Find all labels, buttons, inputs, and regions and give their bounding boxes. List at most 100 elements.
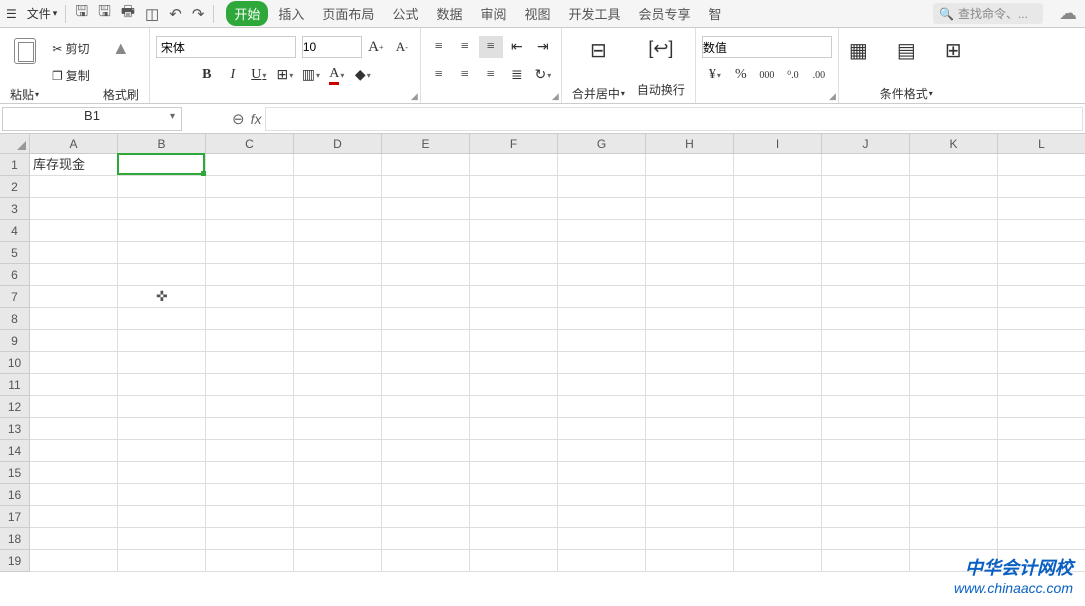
row-header-12[interactable]: 12 <box>0 396 30 418</box>
cell-C3[interactable] <box>206 198 294 220</box>
col-header-I[interactable]: I <box>734 134 822 154</box>
cell-B15[interactable] <box>118 462 206 484</box>
save-as-icon[interactable]: 🖫 <box>93 0 116 29</box>
cell-D7[interactable] <box>294 286 382 308</box>
cell-I5[interactable] <box>734 242 822 264</box>
font-color-button[interactable]: A <box>325 64 349 86</box>
cell-C10[interactable] <box>206 352 294 374</box>
tab-review[interactable]: 审阅 <box>472 1 514 26</box>
cell-G9[interactable] <box>558 330 646 352</box>
cell-H17[interactable] <box>646 506 734 528</box>
cell-E12[interactable] <box>382 396 470 418</box>
cell-D10[interactable] <box>294 352 382 374</box>
cell-B17[interactable] <box>118 506 206 528</box>
cell-L16[interactable] <box>998 484 1085 506</box>
tab-insert[interactable]: 插入 <box>270 1 312 26</box>
cell-F7[interactable] <box>470 286 558 308</box>
cell-K18[interactable] <box>910 528 998 550</box>
bold-button[interactable]: B <box>195 64 219 86</box>
cell-L11[interactable] <box>998 374 1085 396</box>
cell-E7[interactable] <box>382 286 470 308</box>
font-name-select[interactable] <box>156 36 296 58</box>
cell-C13[interactable] <box>206 418 294 440</box>
underline-button[interactable]: U <box>247 64 271 86</box>
cell-K14[interactable] <box>910 440 998 462</box>
cell-G4[interactable] <box>558 220 646 242</box>
cell-K4[interactable] <box>910 220 998 242</box>
cell-C16[interactable] <box>206 484 294 506</box>
copy-button[interactable]: ❐复制 <box>49 65 93 86</box>
paste-button[interactable]: 粘贴▾ <box>6 32 43 105</box>
align-middle-button[interactable]: ≡ <box>453 36 477 58</box>
cell-B12[interactable] <box>118 396 206 418</box>
col-header-E[interactable]: E <box>382 134 470 154</box>
cell-D14[interactable] <box>294 440 382 462</box>
row-header-14[interactable]: 14 <box>0 440 30 462</box>
percent-button[interactable]: % <box>729 64 753 86</box>
cell-G13[interactable] <box>558 418 646 440</box>
cell-D18[interactable] <box>294 528 382 550</box>
cell-E14[interactable] <box>382 440 470 462</box>
row-header-6[interactable]: 6 <box>0 264 30 286</box>
cell-K9[interactable] <box>910 330 998 352</box>
cell-B16[interactable] <box>118 484 206 506</box>
cell-A12[interactable] <box>30 396 118 418</box>
cell-H2[interactable] <box>646 176 734 198</box>
cell-B6[interactable] <box>118 264 206 286</box>
col-header-B[interactable]: B <box>118 134 206 154</box>
cell-J15[interactable] <box>822 462 910 484</box>
cell-G19[interactable] <box>558 550 646 572</box>
cell-J11[interactable] <box>822 374 910 396</box>
cell-E11[interactable] <box>382 374 470 396</box>
cell-G10[interactable] <box>558 352 646 374</box>
orientation-button[interactable]: ↻ <box>531 64 555 86</box>
number-format-select[interactable] <box>702 36 832 58</box>
cell-E13[interactable] <box>382 418 470 440</box>
row-header-2[interactable]: 2 <box>0 176 30 198</box>
cell-J1[interactable] <box>822 154 910 176</box>
cell-D5[interactable] <box>294 242 382 264</box>
format-painter-button[interactable]: 格式刷 <box>99 32 143 105</box>
cell-C2[interactable] <box>206 176 294 198</box>
cell-K13[interactable] <box>910 418 998 440</box>
cell-D17[interactable] <box>294 506 382 528</box>
cell-F16[interactable] <box>470 484 558 506</box>
cell-I2[interactable] <box>734 176 822 198</box>
search-input[interactable]: 🔍 查找命令、... <box>933 3 1043 24</box>
cell-A6[interactable] <box>30 264 118 286</box>
cell-B5[interactable] <box>118 242 206 264</box>
cell-E18[interactable] <box>382 528 470 550</box>
row-header-1[interactable]: 1 <box>0 154 30 176</box>
cell-L3[interactable] <box>998 198 1085 220</box>
cell-H8[interactable] <box>646 308 734 330</box>
cell-L2[interactable] <box>998 176 1085 198</box>
cell-B4[interactable] <box>118 220 206 242</box>
highlight-button[interactable]: ◆ <box>351 64 375 86</box>
row-header-4[interactable]: 4 <box>0 220 30 242</box>
cell-I9[interactable] <box>734 330 822 352</box>
cell-A17[interactable] <box>30 506 118 528</box>
cell-H5[interactable] <box>646 242 734 264</box>
row-header-15[interactable]: 15 <box>0 462 30 484</box>
tab-dev-tools[interactable]: 开发工具 <box>561 1 629 26</box>
cell-I6[interactable] <box>734 264 822 286</box>
cell-J8[interactable] <box>822 308 910 330</box>
cell-J6[interactable] <box>822 264 910 286</box>
cell-L14[interactable] <box>998 440 1085 462</box>
italic-button[interactable]: I <box>221 64 245 86</box>
cell-D1[interactable] <box>294 154 382 176</box>
col-header-H[interactable]: H <box>646 134 734 154</box>
cell-D9[interactable] <box>294 330 382 352</box>
cell-B19[interactable] <box>118 550 206 572</box>
cell-C12[interactable] <box>206 396 294 418</box>
cell-F18[interactable] <box>470 528 558 550</box>
cell-H13[interactable] <box>646 418 734 440</box>
cell-H1[interactable] <box>646 154 734 176</box>
group-expand-icon[interactable]: ◢ <box>411 91 418 102</box>
cell-L1[interactable] <box>998 154 1085 176</box>
col-header-K[interactable]: K <box>910 134 998 154</box>
group-expand-icon[interactable]: ◢ <box>829 91 836 102</box>
row-header-7[interactable]: 7 <box>0 286 30 308</box>
cell-L9[interactable] <box>998 330 1085 352</box>
increase-decimal-button[interactable]: ⁰.0 <box>781 64 805 86</box>
